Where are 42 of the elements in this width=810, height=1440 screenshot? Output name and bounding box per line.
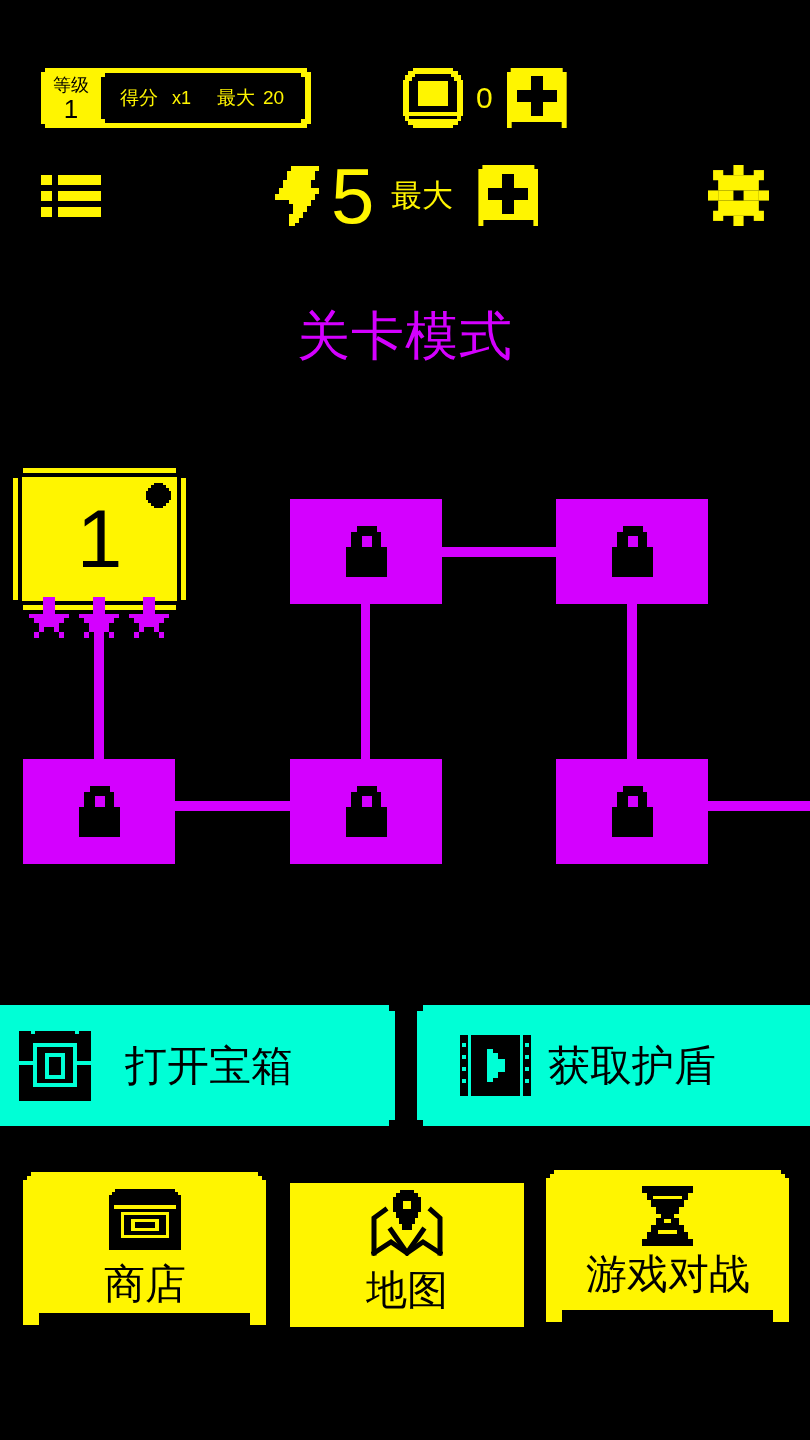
coin-icon bbox=[403, 68, 463, 128]
add-energy-button[interactable] bbox=[478, 165, 539, 226]
star-icon bbox=[29, 597, 69, 638]
map-tab[interactable]: 地图 bbox=[290, 1183, 524, 1327]
score-multiplier: x1 bbox=[172, 87, 191, 109]
menu-icon[interactable] bbox=[41, 174, 101, 217]
chest-icon bbox=[19, 1030, 91, 1101]
map-pin-icon bbox=[371, 1190, 443, 1256]
get-shield-button[interactable]: 获取护盾 bbox=[417, 1005, 810, 1126]
settings-icon[interactable] bbox=[708, 165, 769, 226]
lightning-bolt-icon bbox=[275, 165, 319, 226]
lock-icon bbox=[345, 526, 387, 577]
hourglass-icon bbox=[642, 1186, 693, 1246]
film-play-icon bbox=[460, 1035, 531, 1096]
lock-icon bbox=[611, 526, 653, 577]
level-node[interactable] bbox=[290, 499, 442, 604]
battle-tab[interactable]: 游戏对战 bbox=[546, 1170, 789, 1322]
coin-count: 0 bbox=[476, 80, 493, 116]
open-chest-button[interactable]: 打开宝箱 bbox=[0, 1005, 395, 1126]
level-node[interactable] bbox=[290, 759, 442, 864]
star-icon bbox=[129, 597, 169, 638]
lock-icon bbox=[345, 786, 387, 837]
lock-icon bbox=[78, 786, 120, 837]
level-node[interactable] bbox=[556, 759, 708, 864]
star-icon bbox=[79, 597, 119, 638]
level-node[interactable] bbox=[23, 759, 175, 864]
add-coins-button[interactable] bbox=[506, 68, 567, 128]
shop-tab[interactable]: 商店 bbox=[23, 1172, 266, 1325]
plus-icon bbox=[516, 76, 557, 116]
energy-max-label: 最大 bbox=[391, 177, 454, 214]
lock-icon bbox=[611, 786, 653, 837]
level-node[interactable]: 1 bbox=[13, 468, 186, 610]
score-label: 得分 bbox=[120, 87, 158, 109]
level-value: 1 bbox=[63, 95, 79, 122]
max-score-label: 最大 bbox=[217, 87, 255, 109]
mode-title: 关卡模式 bbox=[297, 305, 513, 367]
energy-count: 5 bbox=[331, 160, 375, 231]
chest-icon bbox=[108, 1189, 181, 1250]
max-score-value: 20 bbox=[263, 87, 285, 109]
plus-icon bbox=[488, 173, 529, 214]
level-node[interactable] bbox=[556, 499, 708, 604]
level-label: 等级 bbox=[53, 74, 89, 96]
